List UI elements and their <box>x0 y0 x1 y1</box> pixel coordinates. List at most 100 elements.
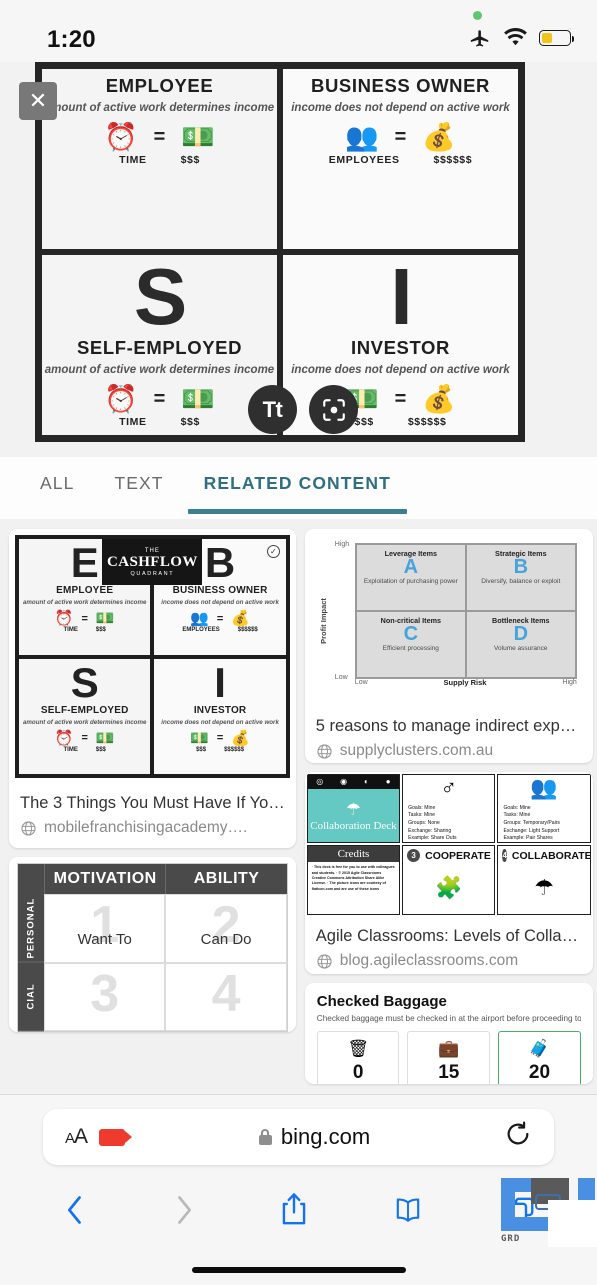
result-title: The 3 Things You Must Have If Yo… <box>20 794 285 812</box>
quadrant-labels: TIME $$$ <box>119 416 200 428</box>
money-icon: 💵 <box>181 122 215 152</box>
bullet: Groups: Temporary/Pairs <box>503 820 560 827</box>
text-extract-button[interactable]: Tt <box>248 385 297 434</box>
result-thumbnail: Checked Baggage Checked baggage must be … <box>304 982 593 1084</box>
kraljic-quadrant-d: Bottleneck Items D Volume assurance <box>465 611 576 678</box>
cf-label-right: $$$$$$ <box>224 746 245 753</box>
person-icon: ● <box>385 777 391 787</box>
image-viewer: EMPLOYEE amount of active work determine… <box>0 62 597 457</box>
result-thumbnail: ◎ ◉ ◐ ● ☂ Collaboration Deck ♂ Goals: Mi… <box>304 771 593 917</box>
agile-panel-collaborate: 4 COLLABORATE ☂ <box>497 845 591 915</box>
reload-button[interactable] <box>504 1120 532 1155</box>
matrix-cell-number: 4 <box>211 964 241 1023</box>
baggage-value: 0 <box>352 1061 364 1083</box>
chevron-left-icon <box>67 1196 81 1224</box>
bookmarks-icon <box>396 1198 420 1222</box>
tab-related-content[interactable]: RELATED CONTENT <box>184 457 411 519</box>
quadrant-right-label: $$$$$$ <box>433 154 473 166</box>
result-card-checked-baggage[interactable]: Checked Baggage Checked baggage must be … <box>304 982 593 1084</box>
lock-icon <box>258 1129 272 1145</box>
rolling-bag-icon: 🧳 <box>528 1038 551 1058</box>
agile-panel-credits: Credits · This deck is free for you to u… <box>306 845 401 915</box>
results-left-column: THE CASHFLOW QUADRANT ✓ E EMPLOYEE amoun… <box>9 529 296 1084</box>
kraljic-quadrant-letter: A <box>403 556 419 578</box>
money-icon: 💵 <box>95 729 115 747</box>
url-display[interactable]: bing.com <box>125 1124 504 1150</box>
equals-sign: = <box>216 612 224 625</box>
cf-subtitle: income does not depend on active work <box>161 718 279 726</box>
home-indicator <box>191 1267 406 1273</box>
step-number-badge: 3 <box>407 849 421 863</box>
kraljic-x-low-tick: Low <box>354 679 368 686</box>
quadrant-subtitle: amount of active work determines income <box>44 102 275 114</box>
quadrant-title: SELF-EMPLOYED <box>76 337 243 358</box>
result-card-cashflow[interactable]: THE CASHFLOW QUADRANT ✓ E EMPLOYEE amoun… <box>9 529 296 849</box>
close-icon: ✕ <box>28 88 48 113</box>
kraljic-x-axis: Low Supply Risk High <box>355 678 577 687</box>
kraljic-quadrant-letter: D <box>513 623 529 645</box>
agile-step-4-header: 4 COLLABORATE <box>498 846 590 863</box>
cf-subtitle: income does not depend on active work <box>161 599 279 606</box>
alarm-clock-icon: ⏰ <box>104 122 138 152</box>
money-bag-icon: 💰 <box>422 384 456 414</box>
result-meta: 5 reasons to manage indirect exp… supply… <box>305 707 593 763</box>
quadrant-letter: S <box>133 252 187 341</box>
alarm-clock-icon: ⏰ <box>104 384 138 414</box>
money-icon: 💵 <box>181 384 215 414</box>
screen-recorder-watermark: GRD <box>493 1172 597 1247</box>
result-source: mobilefranchisingacademy…. <box>20 819 285 837</box>
baggage-option-2[interactable]: 🧳 20 <box>498 1030 581 1084</box>
quadrant-equation: ⏰ = 💵 <box>104 124 215 151</box>
kraljic-grid: Leverage Items A Exploitation of purchas… <box>354 543 577 679</box>
text-size-button[interactable]: AA <box>65 1125 88 1149</box>
tab-all[interactable]: ALL <box>20 457 94 519</box>
baggage-option-0[interactable]: 🗑 0 <box>316 1030 400 1084</box>
globe-icon <box>21 821 36 836</box>
quadrant-letter: I <box>390 252 412 341</box>
money-bag-icon: 💰 <box>231 610 250 627</box>
close-button[interactable]: ✕ <box>19 82 57 120</box>
cf-label-left: TIME <box>63 627 78 633</box>
share-button[interactable] <box>279 1192 309 1228</box>
result-card-agile[interactable]: ◎ ◉ ◐ ● ☂ Collaboration Deck ♂ Goals: Mi… <box>304 771 593 974</box>
agile-credits-title: Credits <box>307 846 400 863</box>
green-recording-dot-icon <box>473 11 482 20</box>
quadrant-labels: TIME $$$ <box>119 154 200 166</box>
quadrant-equation: ⏰ = 💵 <box>104 386 215 413</box>
matrix-cell-4: 4 <box>165 962 287 1032</box>
result-title: Agile Classrooms: Levels of Colla… <box>315 926 579 945</box>
target-icon: ◉ <box>340 777 348 787</box>
agile-deck-cover: ☂ Collaboration Deck <box>307 788 400 843</box>
equals-sign: = <box>153 126 166 148</box>
cf-title: SELF-EMPLOYED <box>40 704 129 716</box>
share-icon <box>283 1193 306 1225</box>
bookmarks-button[interactable] <box>391 1195 425 1225</box>
cf-letter: I <box>214 658 226 706</box>
agile-deck-title: Collaboration Deck <box>310 819 397 832</box>
forward-button[interactable] <box>170 1193 198 1227</box>
agile-panel-2-bullets: Goals: Mine Tasks: Mine Groups: None Exc… <box>403 801 494 843</box>
related-content-results[interactable]: THE CASHFLOW QUADRANT ✓ E EMPLOYEE amoun… <box>0 519 597 1094</box>
matrix-cell-2: 2 Can Do <box>165 894 287 963</box>
tab-text[interactable]: TEXT <box>94 457 183 519</box>
result-card-motivation-ability[interactable]: MOTIVATION ABILITY PERSONAL 1 Want To 2 … <box>9 857 296 1033</box>
quadrant-title: INVESTOR <box>350 337 451 358</box>
agile-step-3-header: 3 COOPERATE <box>403 846 494 863</box>
agile-panel-2: ♂ Goals: Mine Tasks: Mine Groups: None E… <box>402 773 496 844</box>
verified-check-icon: ✓ <box>266 545 280 558</box>
matrix-cell-number: 3 <box>90 964 120 1023</box>
matrix-cell-text: Can Do <box>200 931 252 949</box>
equals-sign: = <box>394 126 407 148</box>
result-card-kraljic[interactable]: Profit Impact High Low Leverage Items A … <box>304 529 593 763</box>
quadrant-cell-employee: EMPLOYEE amount of active work determine… <box>42 69 280 252</box>
globe-icon <box>317 744 332 759</box>
matrix-row-header-social: CIAL <box>18 962 44 1032</box>
visual-search-button[interactable] <box>309 385 358 434</box>
baggage-option-1[interactable]: 💼 15 <box>407 1030 491 1084</box>
text-tt-icon: Tt <box>262 396 283 422</box>
result-thumbnail: THE CASHFLOW QUADRANT ✓ E EMPLOYEE amoun… <box>9 529 296 784</box>
back-button[interactable] <box>61 1193 89 1227</box>
address-bar[interactable]: AA bing.com <box>43 1109 554 1165</box>
airplane-mode-icon <box>470 30 489 47</box>
screen-recording-icon[interactable] <box>99 1128 133 1146</box>
